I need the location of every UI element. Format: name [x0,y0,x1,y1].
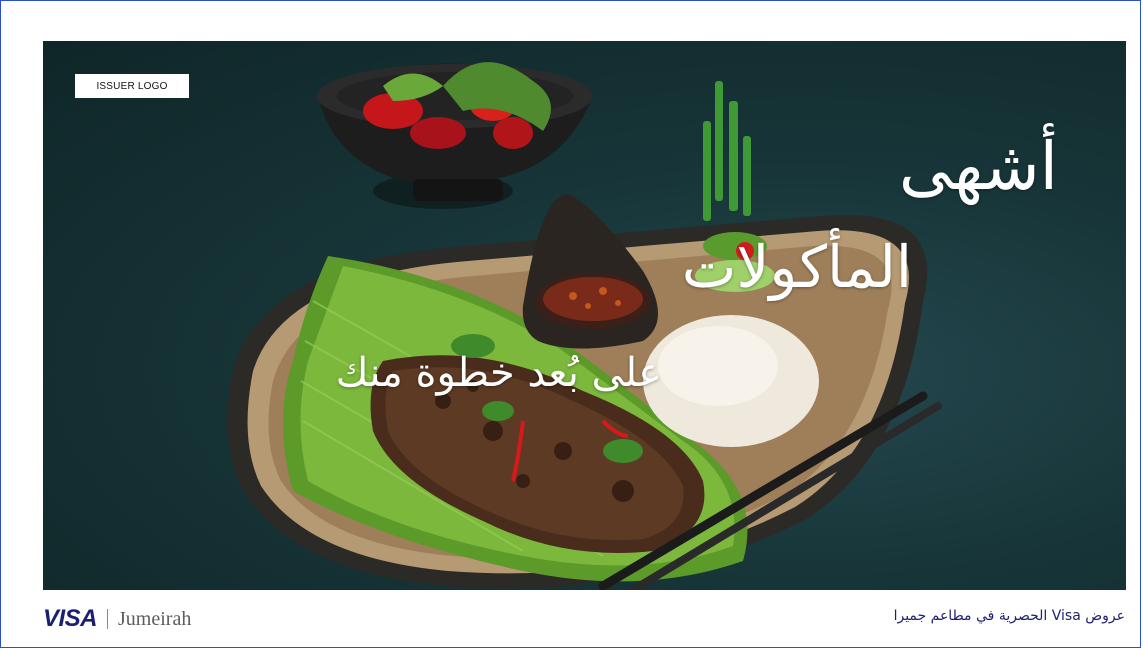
headline-line-3: على بُعد خطوة منك [335,350,662,396]
jumeirah-logo: Jumeirah [118,607,192,630]
food-illustration [227,62,942,590]
brand-lockup: VISA Jumeirah [43,604,191,634]
hero-image: ISSUER LOGO أشهى المأكولات على بُعد خطوة… [43,41,1126,590]
offer-text: عروض Visa الحصرية في مطاعم جميرا [893,608,1125,624]
headline-line-2: المأكولات [681,233,912,301]
headline-line-1: أشهى [898,128,1058,205]
brand-divider [107,609,109,629]
issuer-logo: ISSUER LOGO [75,74,189,98]
visa-logo: VISA [43,605,98,632]
